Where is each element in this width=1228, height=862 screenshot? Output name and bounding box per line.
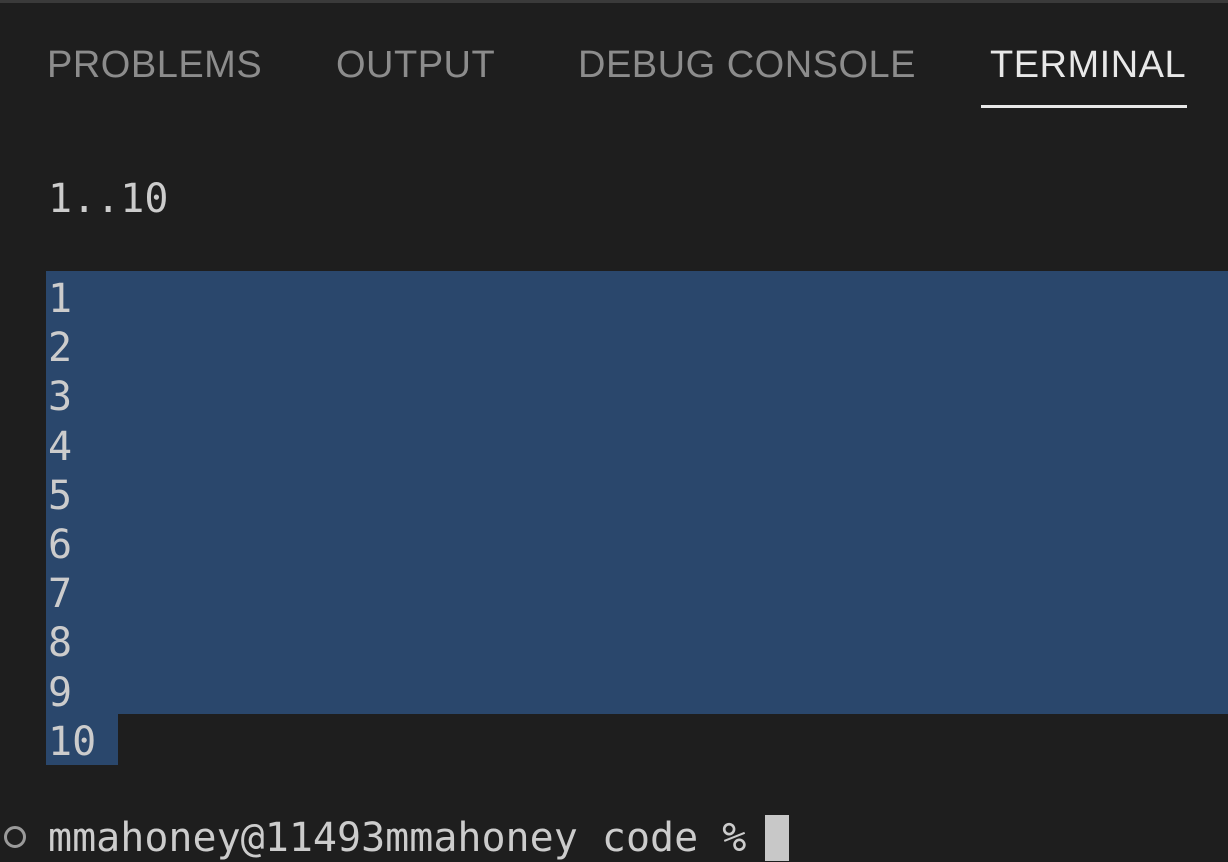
output-line: 2 <box>48 325 73 372</box>
command-status-circle-icon[interactable] <box>4 826 26 848</box>
output-line: 4 <box>48 423 73 470</box>
terminal-cursor <box>765 815 789 861</box>
output-lines: 1 2 3 4 5 6 7 8 9 10 <box>48 275 96 767</box>
tab-terminal[interactable]: TERMINAL <box>990 43 1186 87</box>
terminal-output-area[interactable]: 1..10 1 2 3 4 5 6 7 8 9 10 mmahoney@1149… <box>0 113 1228 862</box>
output-line: 1 <box>48 276 73 322</box>
output-line: 9 <box>48 669 73 716</box>
tab-problems[interactable]: PROBLEMS <box>47 43 262 87</box>
output-line: 6 <box>48 521 73 568</box>
tab-debug-console[interactable]: DEBUG CONSOLE <box>578 43 916 87</box>
command-echo: 1..10 <box>48 176 169 222</box>
output-line: 8 <box>48 620 73 667</box>
tab-output[interactable]: OUTPUT <box>336 43 495 87</box>
active-tab-indicator <box>981 105 1187 108</box>
prompt-row[interactable]: mmahoney@11493mmahoney code % <box>0 813 1228 862</box>
output-line: 10 <box>48 718 97 765</box>
output-line: 5 <box>48 472 73 519</box>
shell-prompt: mmahoney@11493mmahoney code % <box>48 815 747 861</box>
output-line: 3 <box>48 374 73 421</box>
terminal-panel: PROBLEMS OUTPUT DEBUG CONSOLE TERMINAL 1… <box>0 0 1228 862</box>
panel-tab-bar: PROBLEMS OUTPUT DEBUG CONSOLE TERMINAL <box>0 3 1228 113</box>
text-selection-highlight <box>46 271 1228 714</box>
output-line: 7 <box>48 571 73 618</box>
